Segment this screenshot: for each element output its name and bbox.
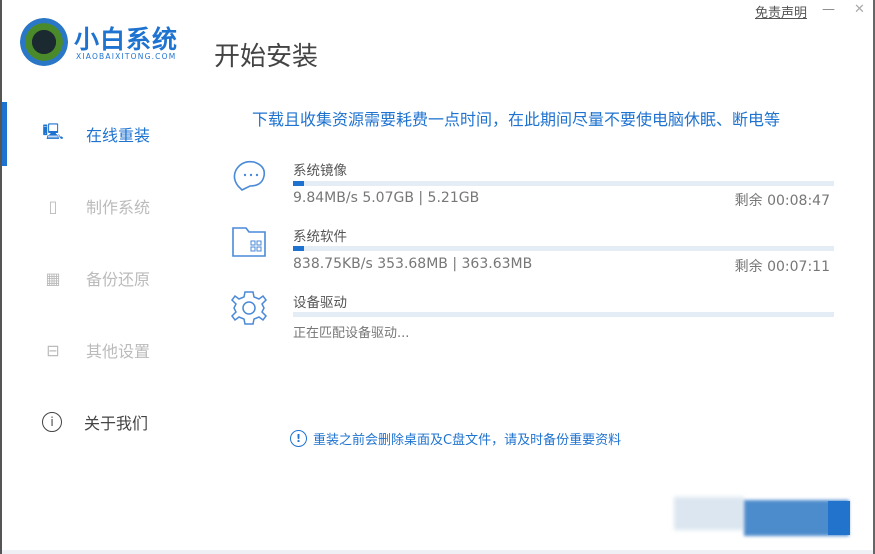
chat-bubble-icon xyxy=(233,160,266,191)
disclaimer-link[interactable]: 免责声明 xyxy=(755,2,807,21)
sidebar-item-backup-restore[interactable]: ▦ 备份还原 xyxy=(2,252,202,304)
info-icon: ! xyxy=(290,430,307,447)
progress-bar xyxy=(293,246,834,251)
sidebar-item-about[interactable]: i 关于我们 xyxy=(2,396,202,448)
progress-bar xyxy=(293,312,834,317)
sidebar-item-label: 备份还原 xyxy=(86,270,151,289)
progress-bar xyxy=(293,181,834,186)
obscured-button[interactable] xyxy=(674,497,744,530)
sidebar-item-label: 关于我们 xyxy=(84,414,149,433)
folder-apps-icon xyxy=(232,227,266,257)
briefcase-icon: ⊟ xyxy=(46,340,60,360)
minimize-button[interactable]: — xyxy=(822,2,835,17)
gear-icon xyxy=(231,291,267,325)
backup-icon: ▦ xyxy=(45,268,61,288)
sidebar-item-other-settings[interactable]: ⊟ 其他设置 xyxy=(2,324,202,376)
notice-text: 下载且收集资源需要耗费一点时间，在此期间尽量不要使电脑休眠、断电等 xyxy=(252,110,781,129)
item-remaining: 剩余 00:07:11 xyxy=(734,259,830,275)
bottom-border xyxy=(2,550,873,554)
sidebar-item-label: 制作系统 xyxy=(86,198,151,217)
info-icon: i xyxy=(42,412,62,432)
app-logo xyxy=(20,18,68,66)
brand-name: 小白系统 xyxy=(74,25,179,54)
usb-icon: ▯ xyxy=(48,196,58,216)
item-title: 系统软件 xyxy=(293,229,347,245)
sidebar-item-label: 其他设置 xyxy=(86,342,151,361)
item-stat: 正在匹配设备驱动... xyxy=(293,326,410,341)
sidebar-item-make-system[interactable]: ▯ 制作系统 xyxy=(2,180,202,232)
item-stat: 838.75KB/s 353.68MB | 363.63MB xyxy=(293,256,533,272)
close-button[interactable]: ✕ xyxy=(854,2,865,17)
brand-url: XIAOBAIXITONG.COM xyxy=(76,52,177,61)
monitor-icon: 🖳 xyxy=(42,121,64,141)
sidebar-item-label: 在线重装 xyxy=(86,126,151,145)
item-stat: 9.84MB/s 5.07GB | 5.21GB xyxy=(293,190,480,206)
item-title: 设备驱动 xyxy=(293,295,347,311)
warning-text: 重装之前会删除桌面及C盘文件，请及时备份重要资料 xyxy=(313,433,622,448)
page-title: 开始安装 xyxy=(214,42,319,72)
warning-message: ! 重装之前会删除桌面及C盘文件，请及时备份重要资料 xyxy=(290,429,621,448)
sidebar-item-online-reinstall[interactable]: 🖳 在线重装 xyxy=(2,108,202,160)
progress-fill xyxy=(293,246,304,251)
primary-button-edge[interactable] xyxy=(828,501,850,535)
progress-fill xyxy=(293,181,304,186)
item-remaining: 剩余 00:08:47 xyxy=(734,193,830,209)
item-title: 系统镜像 xyxy=(293,163,347,179)
